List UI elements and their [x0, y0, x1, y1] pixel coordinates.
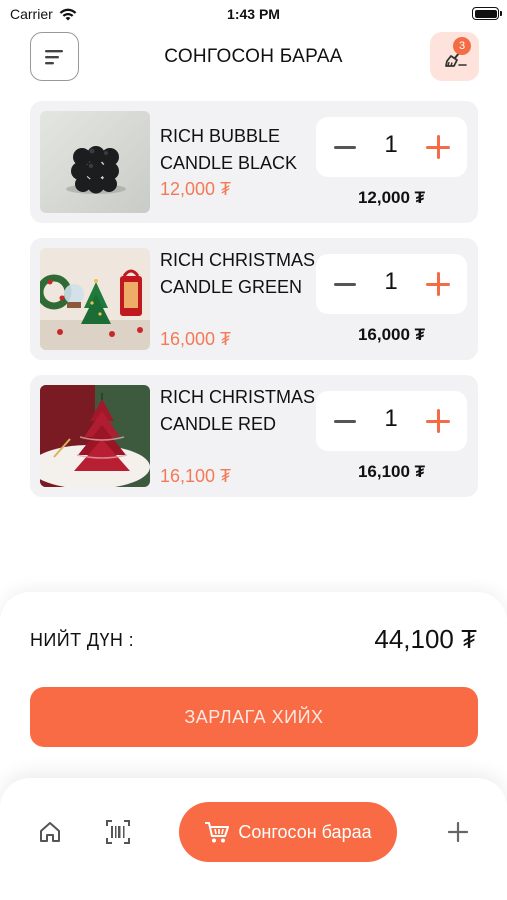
- decrease-quantity-button[interactable]: [334, 420, 356, 423]
- product-price: 16,000 ₮: [160, 329, 232, 349]
- increase-quantity-button[interactable]: [426, 135, 450, 159]
- quantity-stepper: 1: [316, 391, 467, 451]
- cart-item[interactable]: RICH BUBBLE CANDLE BLACK 12,000 ₮ 1 12,0…: [30, 101, 478, 223]
- line-total: 16,000 ₮: [357, 325, 426, 344]
- cart-count-badge: 3: [453, 37, 471, 55]
- total-label: НИЙТ ДҮН :: [30, 630, 135, 650]
- home-icon: [40, 822, 60, 842]
- increase-quantity-button[interactable]: [426, 409, 450, 433]
- nav-cart-label: Сонгосон бараа: [238, 821, 372, 842]
- status-time: 1:43 PM: [227, 6, 280, 22]
- quantity-value: 1: [384, 405, 398, 432]
- bottom-nav: Сонгосон бараа: [0, 778, 507, 900]
- quantity-value: 1: [384, 268, 398, 295]
- product-image: [40, 111, 150, 213]
- total-value: 44,100 ₮: [374, 624, 477, 654]
- plus-icon: [447, 821, 469, 843]
- line-total: 16,100 ₮: [357, 462, 426, 481]
- product-image: [40, 385, 150, 487]
- cart-list: RICH BUBBLE CANDLE BLACK 12,000 ₮ 1 12,0…: [30, 101, 478, 512]
- status-bar: Carrier 1:43 PM: [0, 0, 507, 28]
- nav-cart-button[interactable]: Сонгосон бараа: [179, 802, 397, 862]
- increase-quantity-button[interactable]: [426, 272, 450, 296]
- quantity-value: 1: [384, 131, 398, 158]
- decrease-quantity-button[interactable]: [334, 283, 356, 286]
- product-image: [40, 248, 150, 350]
- header: СОНГОСОН БАРАА 3: [0, 32, 507, 82]
- product-price: 12,000 ₮: [160, 179, 232, 199]
- nav-home-button[interactable]: [36, 818, 64, 846]
- nav-scan-button[interactable]: [104, 818, 132, 846]
- product-name: RICH CHRISTMAS CANDLE GREEN: [160, 250, 316, 297]
- cart-item[interactable]: RICH CHRISTMAS CANDLE RED 16,100 ₮ 1 16,…: [30, 375, 478, 497]
- cart-item[interactable]: RICH CHRISTMAS CANDLE GREEN 16,000 ₮ 1 1…: [30, 238, 478, 360]
- nav-add-button[interactable]: [444, 818, 472, 846]
- product-name: RICH CHRISTMAS CANDLE RED: [160, 387, 316, 434]
- cart-icon: [205, 822, 230, 843]
- quantity-stepper: 1: [316, 254, 467, 314]
- checkout-button[interactable]: ЗАРЛАГА ХИЙХ: [30, 687, 478, 747]
- product-price: 16,100 ₮: [160, 466, 232, 486]
- barcode-scan-icon: [106, 820, 130, 844]
- line-total: 12,000 ₮: [357, 188, 426, 207]
- decrease-quantity-button[interactable]: [334, 146, 356, 149]
- clear-cart-button[interactable]: 3: [430, 32, 479, 81]
- battery-icon: [472, 7, 502, 20]
- quantity-stepper: 1: [316, 117, 467, 177]
- product-name: RICH BUBBLE CANDLE BLACK: [160, 126, 298, 173]
